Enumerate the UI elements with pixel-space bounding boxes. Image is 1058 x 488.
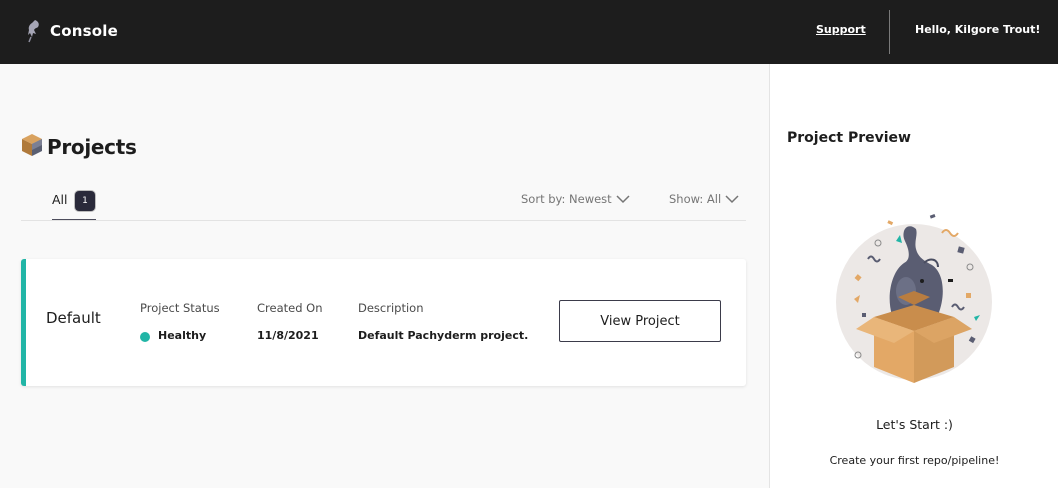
chevron-down-icon (616, 194, 630, 203)
sort-dropdown-label: Sort by: Newest (521, 192, 612, 206)
preview-title: Project Preview (787, 130, 911, 146)
view-project-button[interactable]: View Project (559, 300, 721, 342)
show-filter-label: Show: All (669, 192, 722, 206)
projects-main-panel: Projects All 1 Sort by: Newest Show: All… (0, 64, 769, 488)
elephant-in-box-confetti-icon (834, 207, 994, 401)
pachyderm-logo-icon (26, 18, 42, 44)
tabs-divider (21, 220, 746, 221)
description-value: Default Pachyderm project. (358, 329, 529, 342)
project-row-default[interactable]: Default Project Status Healthy Created O… (21, 259, 746, 386)
project-name: Default (46, 309, 101, 327)
header-divider (889, 10, 890, 54)
description-label: Description (358, 301, 424, 315)
support-link[interactable]: Support (816, 23, 866, 36)
show-filter-dropdown[interactable]: Show: All (669, 192, 739, 206)
page-title: Projects (47, 135, 137, 159)
chevron-down-icon (725, 194, 739, 203)
page-title-row: Projects (21, 133, 137, 161)
project-status-value: Healthy (158, 329, 207, 342)
app-title: Console (50, 22, 118, 40)
created-on-value: 11/8/2021 (257, 329, 319, 342)
user-greeting: Hello, Kilgore Trout! (915, 23, 1041, 36)
preview-subtext: Create your first repo/pipeline! (829, 454, 1000, 467)
top-navigation-bar: Console Support Hello, Kilgore Trout! (0, 0, 1058, 64)
brand[interactable]: Console (26, 18, 118, 44)
projects-cube-icon (21, 133, 43, 161)
sort-dropdown[interactable]: Sort by: Newest (521, 192, 630, 206)
preview-heading: Let's Start :) (876, 417, 953, 432)
created-on-label: Created On (257, 301, 323, 315)
project-preview-panel: Project Preview Let's Start:) Create yo… (769, 64, 1058, 488)
status-indicator-dot (140, 332, 150, 342)
project-status-label: Project Status (140, 301, 220, 315)
tab-all-label: All (52, 192, 68, 207)
tab-count-badge: 1 (75, 191, 95, 211)
